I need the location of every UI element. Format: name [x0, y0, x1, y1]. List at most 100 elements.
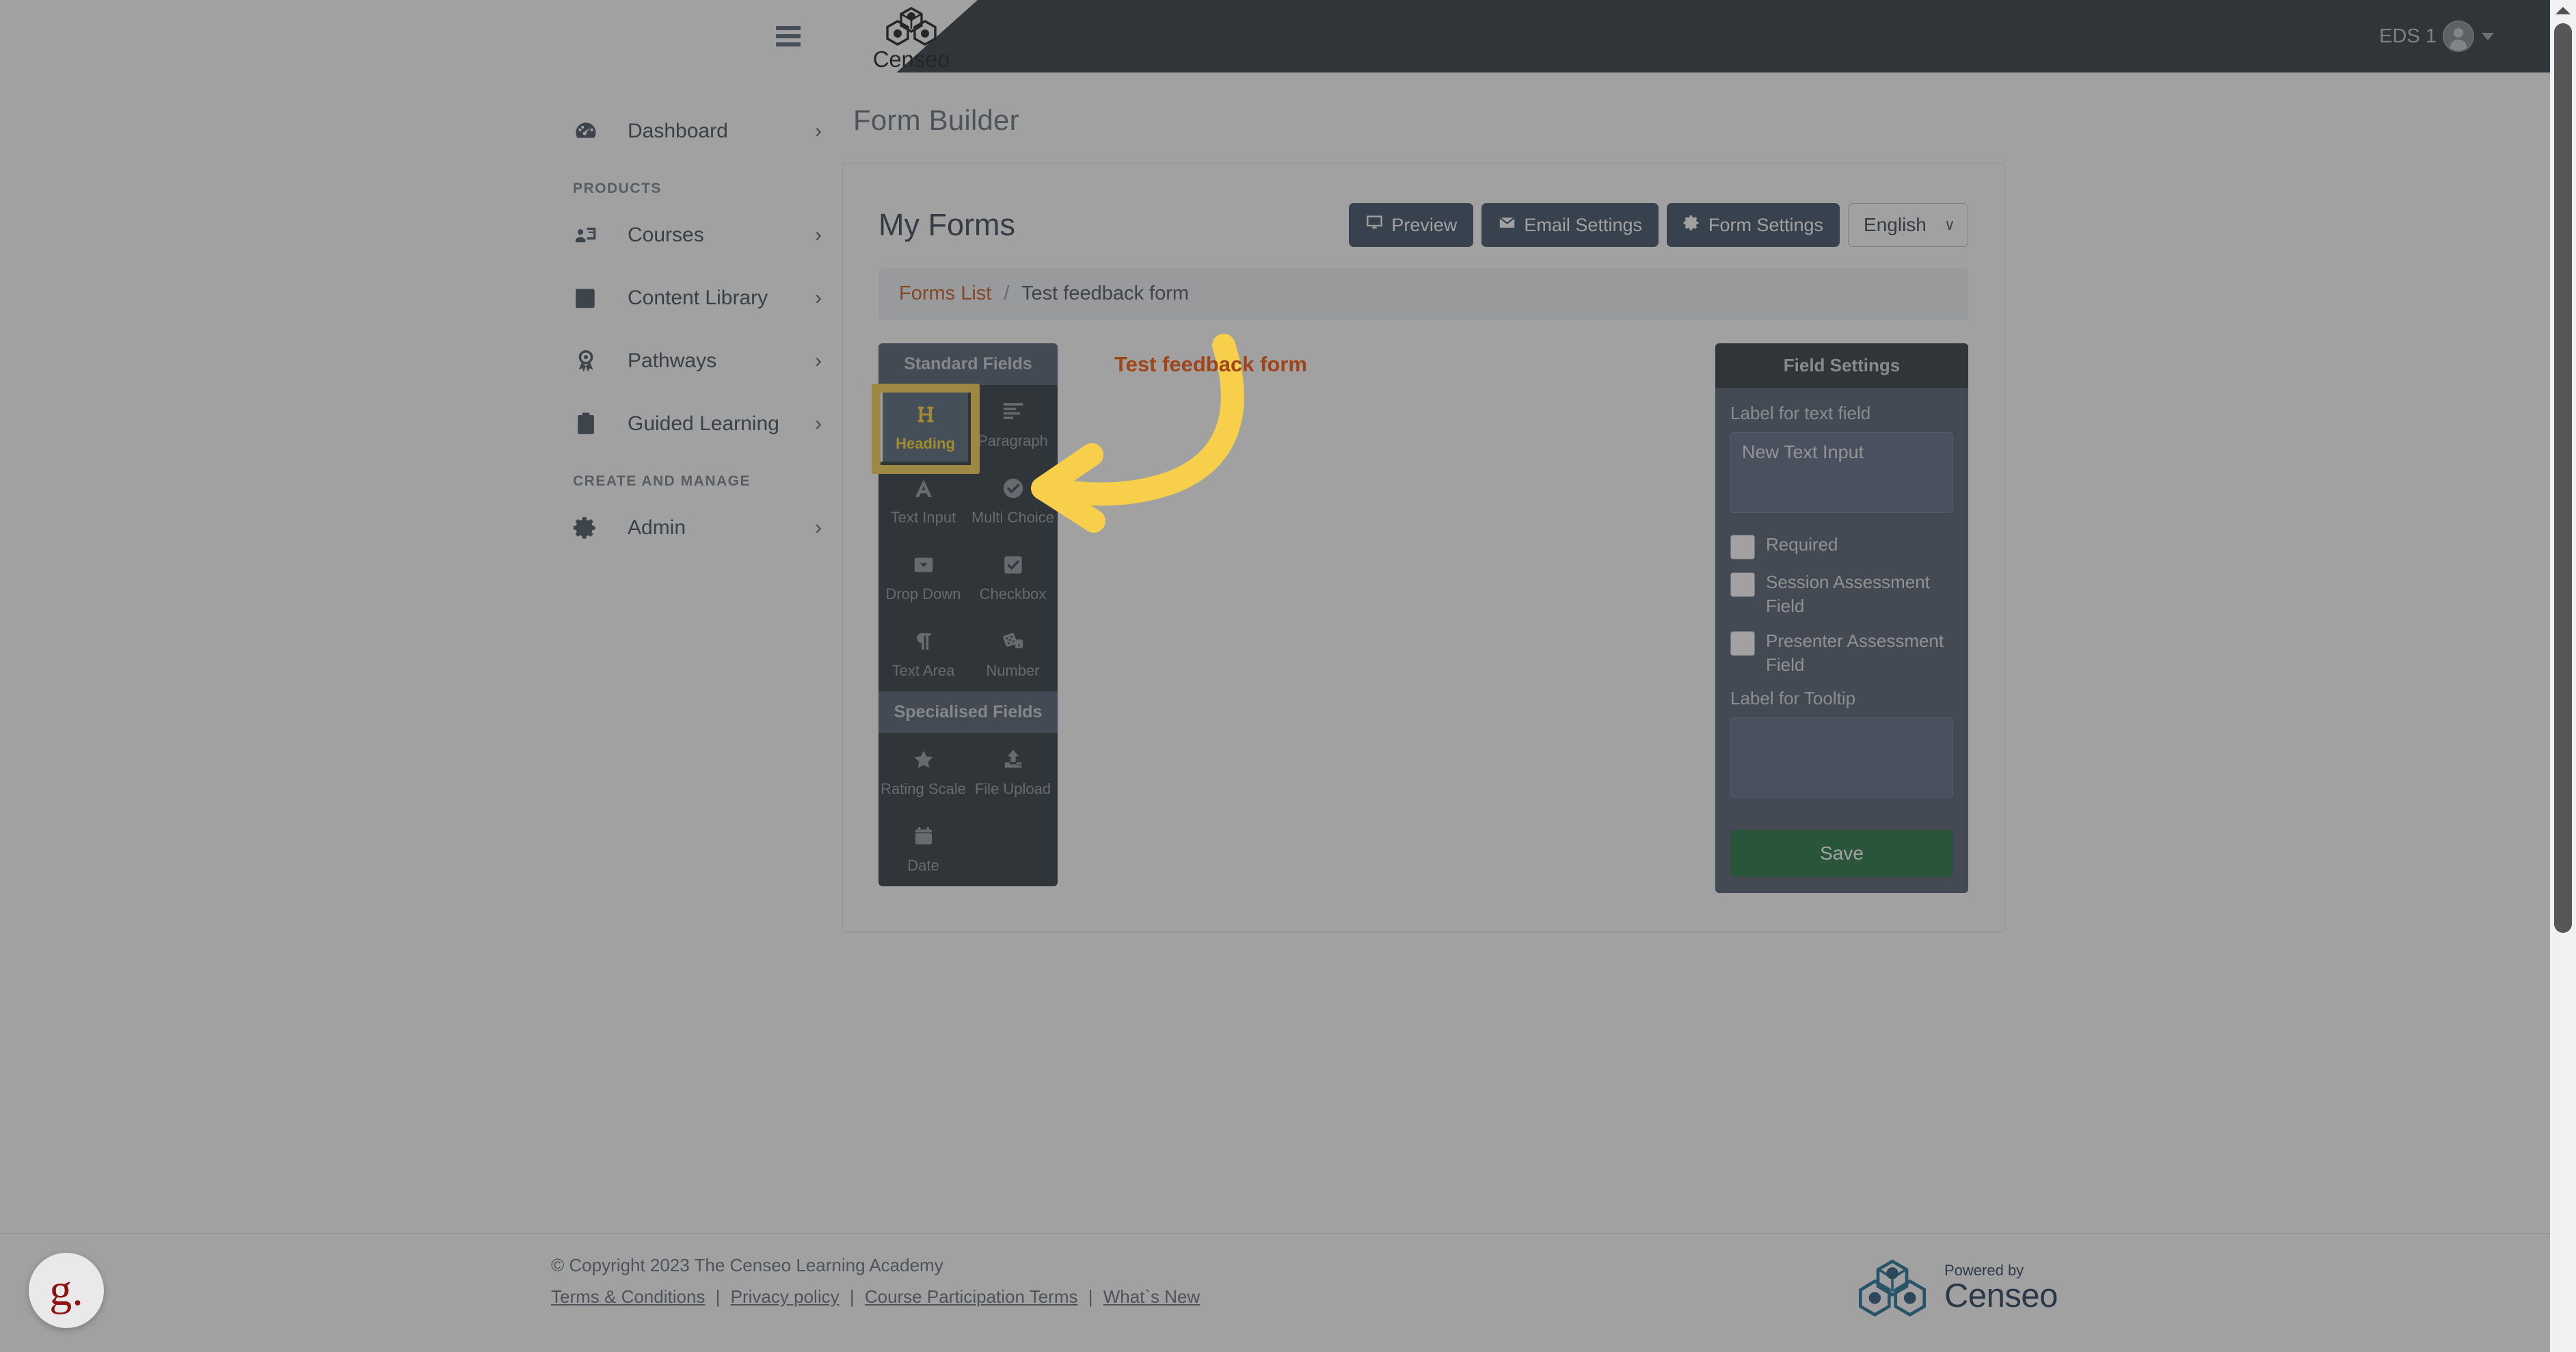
app-root: Censeo EDS 1 Dashboard › PRODUCTS Course… [0, 0, 2576, 1352]
chevron-right-icon: › [815, 224, 822, 246]
palette-section-standard-fields: Standard Fields [878, 343, 1058, 385]
scrollbar-thumb[interactable] [2554, 23, 2572, 933]
palette-item-label: Heading [896, 434, 955, 452]
label-for-text-field-input[interactable] [1730, 432, 1953, 513]
censeo-logo-text: Censeo [872, 47, 950, 72]
chevron-right-icon: › [815, 349, 822, 372]
sidebar-item-content-library[interactable]: Content Library › [540, 267, 841, 330]
sidebar-item-pathways[interactable]: Pathways › [540, 330, 841, 393]
language-select-value: English [1864, 214, 1927, 235]
hamburger-menu-icon[interactable] [776, 26, 801, 47]
sidebar-item-admin[interactable]: Admin › [540, 496, 841, 559]
breadcrumb-current: Test feedback form [1021, 282, 1190, 304]
sidebar-item-label: Content Library [628, 287, 768, 309]
courses-icon [573, 222, 604, 248]
page-footer: © Copyright 2023 The Censeo Learning Aca… [0, 1233, 2576, 1352]
palette-item-label: File Upload [974, 780, 1051, 797]
palette-item-label: Text Input [890, 509, 956, 526]
language-select[interactable]: English ∨ [1848, 203, 1968, 247]
sidebar-section-products: PRODUCTS [573, 181, 662, 196]
chevron-right-icon: › [815, 120, 822, 142]
footer-link-whats-new[interactable]: What`s New [1103, 1286, 1200, 1307]
footer-link-terms[interactable]: Terms & Conditions [551, 1286, 705, 1307]
vertical-scrollbar[interactable] [2550, 0, 2576, 1352]
footer-link-course-participation[interactable]: Course Participation Terms [865, 1286, 1078, 1307]
palette-item-file-upload[interactable]: File Upload [968, 733, 1058, 810]
user-menu[interactable]: EDS 1 [2379, 21, 2494, 52]
presenter-assessment-checkbox-label: Presenter Assessment Field [1766, 631, 1944, 676]
footer-links: Terms & Conditions | Privacy policy | Co… [551, 1282, 1200, 1313]
censeo-wordmark: Censeo [1944, 1277, 2058, 1315]
session-assessment-checkbox-row: Session Assessment Field [1730, 570, 1953, 618]
palette-item-checkbox[interactable]: Checkbox [968, 538, 1058, 615]
sidebar-item-label: Pathways [628, 349, 717, 372]
sidebar-item-dashboard[interactable]: Dashboard › [540, 100, 841, 163]
sidebar-section-create-and-manage: CREATE AND MANAGE [573, 473, 751, 489]
session-assessment-checkbox[interactable] [1730, 572, 1755, 597]
required-checkbox[interactable] [1730, 535, 1755, 559]
sidebar-nav: Dashboard › PRODUCTS Courses › Content L… [540, 100, 841, 559]
palette-grid-standard: Heading Paragraph Text Input Multi Choic… [878, 385, 1058, 691]
label-for-tooltip-input[interactable] [1730, 717, 1953, 799]
footer-separator: | [1088, 1286, 1093, 1307]
save-button[interactable]: Save [1730, 830, 1953, 877]
powered-by-censeo-logo: Powered by Censeo [1854, 1256, 2058, 1321]
form-canvas-dropzone[interactable] [1058, 343, 1715, 863]
presenter-assessment-checkbox[interactable] [1730, 631, 1755, 657]
paragraph-lines-icon [1002, 397, 1025, 427]
censeo-logo-mark [886, 7, 937, 46]
preview-button-label: Preview [1391, 214, 1458, 235]
palette-item-heading[interactable]: Heading [878, 385, 968, 462]
label-for-tooltip-label: Label for Tooltip [1730, 688, 1856, 709]
palette-item-label: Text Area [891, 662, 955, 679]
calendar-icon [913, 821, 935, 851]
sidebar-item-label: Guided Learning [628, 412, 779, 435]
page-body: Dashboard › PRODUCTS Courses › Content L… [0, 72, 2576, 1233]
dice-icon [1002, 626, 1025, 657]
sidebar-item-label: Courses [628, 224, 704, 246]
palette-item-label: Drop Down [885, 585, 961, 602]
palette-item-text-input[interactable]: Text Input [878, 462, 968, 538]
palette-item-paragraph[interactable]: Paragraph [968, 385, 1058, 462]
palette-item-label: Rating Scale [881, 780, 966, 797]
form-builder-toolbar: Preview Email Settings Form Settings Eng… [1349, 203, 1968, 247]
envelope-icon [1498, 213, 1516, 237]
upload-icon [1002, 745, 1025, 775]
breadcrumb-separator: / [1004, 282, 1010, 304]
footer-separator: | [715, 1286, 721, 1307]
breadcrumb-forms-list-link[interactable]: Forms List [899, 282, 991, 304]
sidebar-item-guided-learning[interactable]: Guided Learning › [540, 393, 841, 455]
book-icon [573, 285, 604, 311]
my-forms-title: My Forms [878, 207, 1015, 242]
clipboard-list-icon [573, 411, 604, 437]
form-settings-button[interactable]: Form Settings [1666, 203, 1840, 247]
page-title: Form Builder [853, 104, 1019, 136]
palette-item-text-area[interactable]: Text Area [878, 615, 968, 691]
palette-item-label: Checkbox [979, 585, 1047, 602]
help-widget-button[interactable]: g. [29, 1253, 104, 1328]
footer-link-privacy[interactable]: Privacy policy [731, 1286, 840, 1307]
palette-item-drop-down[interactable]: Drop Down [878, 538, 968, 615]
heading-h-icon [914, 399, 937, 429]
palette-item-rating-scale[interactable]: Rating Scale [878, 733, 968, 810]
palette-item-label: Multi Choice [971, 509, 1055, 526]
check-circle-icon [1002, 473, 1025, 503]
sidebar-item-courses[interactable]: Courses › [540, 204, 841, 267]
footer-text-block: © Copyright 2023 The Censeo Learning Aca… [551, 1250, 1200, 1312]
email-settings-button[interactable]: Email Settings [1481, 203, 1659, 247]
form-builder-workspace: Standard Fields Heading Paragraph Text I… [872, 343, 1968, 894]
form-builder-card: My Forms Preview Email Settings Form Set… [842, 163, 2004, 933]
dropdown-caret-icon [912, 550, 935, 580]
scroll-up-arrow-icon[interactable] [2550, 0, 2576, 21]
palette-item-number[interactable]: Number [968, 615, 1058, 691]
chevron-right-icon: › [815, 412, 822, 435]
preview-button[interactable]: Preview [1349, 203, 1474, 247]
email-settings-button-label: Email Settings [1524, 214, 1642, 235]
palette-item-multi-choice[interactable]: Multi Choice [968, 462, 1058, 538]
monitor-icon [1365, 213, 1384, 237]
main-content: Form Builder My Forms Preview Email Sett… [842, 72, 2052, 933]
censeo-logo[interactable]: Censeo [846, 5, 976, 72]
required-checkbox-row: Required [1730, 533, 1953, 559]
footer-separator: | [849, 1286, 855, 1307]
palette-item-date[interactable]: Date [878, 810, 968, 886]
